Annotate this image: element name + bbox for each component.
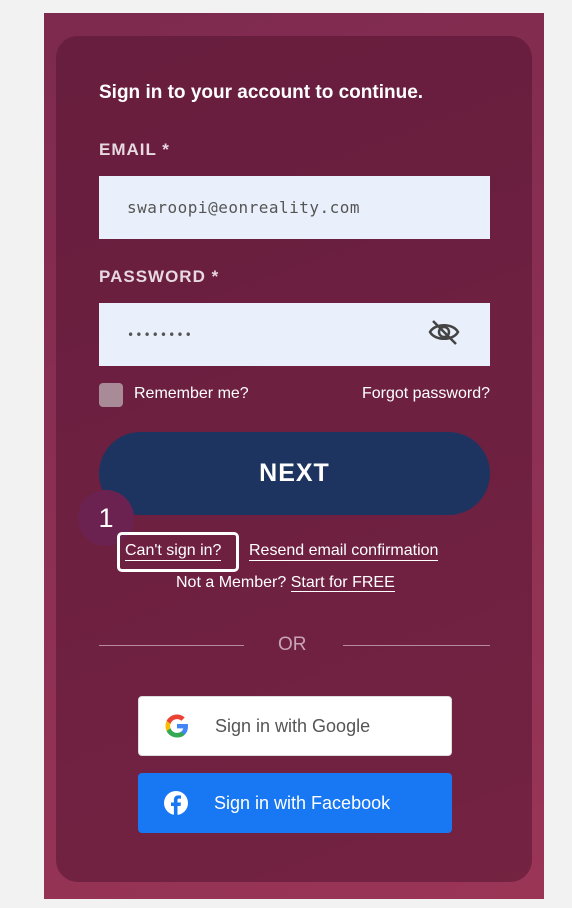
signin-heading: Sign in to your account to continue. <box>99 82 424 103</box>
facebook-signin-label: Sign in with Facebook <box>214 792 391 813</box>
next-button[interactable]: NEXT <box>99 432 490 515</box>
remember-checkbox[interactable] <box>99 383 123 407</box>
email-label: EMAIL * <box>99 140 170 159</box>
forgot-password-link[interactable]: Forgot password? <box>362 385 490 403</box>
remember-label: Remember me? <box>134 385 249 402</box>
start-free-link[interactable]: Start for FREE <box>290 574 395 592</box>
divider-right <box>343 645 490 646</box>
not-member-row: Not a Member? Start for FREE <box>176 574 395 592</box>
not-member-text: Not a Member? <box>176 574 287 591</box>
cant-sign-in-link[interactable]: Can't sign in? <box>125 542 222 561</box>
or-divider-text: OR <box>278 634 307 655</box>
email-field[interactable]: swaroopi@eonreality.com <box>99 176 490 239</box>
resend-confirmation-link[interactable]: Resend email confirmation <box>249 542 439 561</box>
google-signin-label: Sign in with Google <box>215 715 371 736</box>
facebook-signin-button[interactable]: Sign in with Facebook <box>138 773 452 833</box>
password-label: PASSWORD * <box>99 267 220 286</box>
eye-off-icon[interactable] <box>427 317 461 347</box>
facebook-icon <box>138 789 214 817</box>
divider-left <box>99 645 244 646</box>
google-signin-button[interactable]: Sign in with Google <box>138 696 452 756</box>
google-icon <box>139 712 215 740</box>
